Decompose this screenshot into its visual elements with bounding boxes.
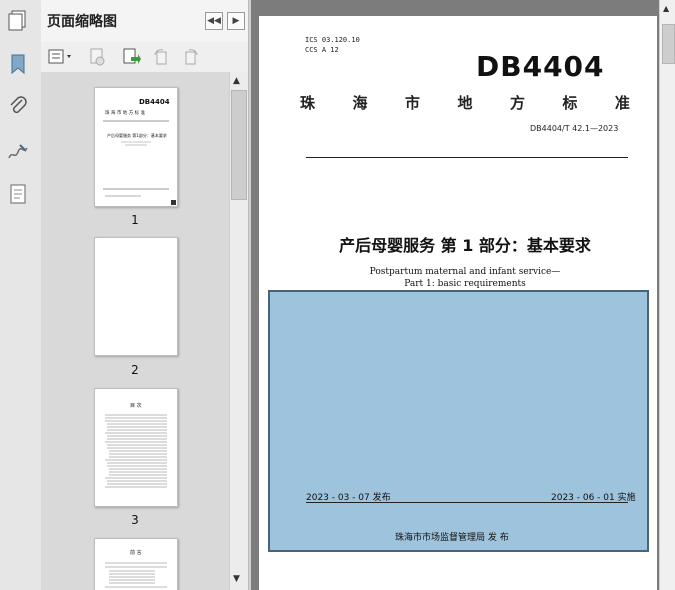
- title-char: 标: [562, 94, 578, 112]
- insert-page-icon[interactable]: [121, 47, 141, 67]
- attachment-icon[interactable]: [6, 94, 30, 118]
- document-properties-icon[interactable]: [6, 182, 30, 206]
- scroll-up-arrow[interactable]: ▲: [233, 76, 240, 86]
- document-scrollbar[interactable]: ▲: [659, 0, 675, 590]
- pages-icon: [6, 8, 30, 32]
- standard-number: DB4404/T 42.1—2023: [530, 124, 619, 133]
- title-char: 珠: [300, 94, 316, 112]
- options-menu-button[interactable]: [47, 47, 75, 67]
- svg-text:产后母婴服务 第1部分：基本要求: 产后母婴服务 第1部分：基本要求: [107, 132, 167, 138]
- next-button[interactable]: ▶: [227, 12, 245, 30]
- rotate-left-icon[interactable]: [151, 47, 171, 67]
- thumbnail-label: 2: [131, 363, 139, 377]
- ccs-line: CCS A 12: [305, 46, 339, 54]
- page-thumbnail-2[interactable]: [94, 237, 178, 356]
- scrollbar-thumb[interactable]: [662, 24, 675, 64]
- navigation-rail: [0, 0, 42, 590]
- english-title: Postpartum maternal and infant service— …: [300, 266, 630, 290]
- title-char: 地: [457, 94, 473, 112]
- svg-text:目 次: 目 次: [130, 402, 142, 409]
- svg-text:DB4404: DB4404: [139, 98, 170, 106]
- issuing-authority: 珠海市市场监督管理局 发 布: [395, 533, 509, 543]
- footer-divider: [306, 502, 628, 503]
- header-divider: [306, 157, 628, 158]
- standard-logo: DB4404: [476, 50, 605, 83]
- thumbnail-label: 1: [131, 213, 139, 227]
- selection-highlight: [268, 290, 649, 552]
- svg-text:珠 海 市 地 方 标 准: 珠 海 市 地 方 标 准: [105, 109, 146, 116]
- title-char: 市: [404, 94, 420, 112]
- rotate-right-icon[interactable]: [181, 47, 201, 67]
- scrollbar-thumb[interactable]: [231, 90, 247, 200]
- page-thumbnail-3[interactable]: 目 次: [94, 388, 178, 507]
- english-title-line: Part 1: basic requirements: [404, 279, 526, 289]
- thumbnail-toolbar: [41, 42, 248, 73]
- ics-line: ICS 03.120.10: [305, 36, 360, 44]
- title-char: 方: [509, 94, 525, 112]
- standard-category-title: 珠 海 市 地 方 标 准: [300, 92, 630, 113]
- title-char: 准: [614, 94, 630, 112]
- delete-page-icon[interactable]: [87, 47, 107, 67]
- ics-code: ICS 03.120.10 CCS A 12: [305, 35, 360, 55]
- page-thumbnail-1[interactable]: DB4404 珠 海 市 地 方 标 准 产后母婴服务 第1部分：基本要求: [94, 87, 178, 207]
- collapse-pane-button[interactable]: ◀◀: [205, 12, 223, 30]
- thumbnail-scrollbar[interactable]: ▲ ▼: [229, 72, 248, 590]
- signature-icon[interactable]: [6, 140, 30, 164]
- thumbnail-list: DB4404 珠 海 市 地 方 标 准 产后母婴服务 第1部分：基本要求 1 …: [41, 72, 229, 590]
- english-title-line: Postpartum maternal and infant service—: [369, 267, 561, 277]
- svg-text:前 言: 前 言: [130, 549, 142, 556]
- scroll-up-arrow[interactable]: ▲: [663, 4, 669, 13]
- document-title: 产后母婴服务 第 1 部分：基本要求: [339, 236, 591, 255]
- scroll-down-arrow[interactable]: ▼: [233, 574, 240, 584]
- bookmark-icon[interactable]: [6, 52, 30, 76]
- thumbnail-pane-header: 页面缩略图 ◀◀ ▶: [41, 0, 248, 43]
- title-char: 海: [352, 94, 368, 112]
- thumbnail-label: 3: [131, 513, 139, 527]
- pane-title: 页面缩略图: [47, 14, 117, 30]
- page-thumbnail-4[interactable]: 前 言: [94, 538, 178, 590]
